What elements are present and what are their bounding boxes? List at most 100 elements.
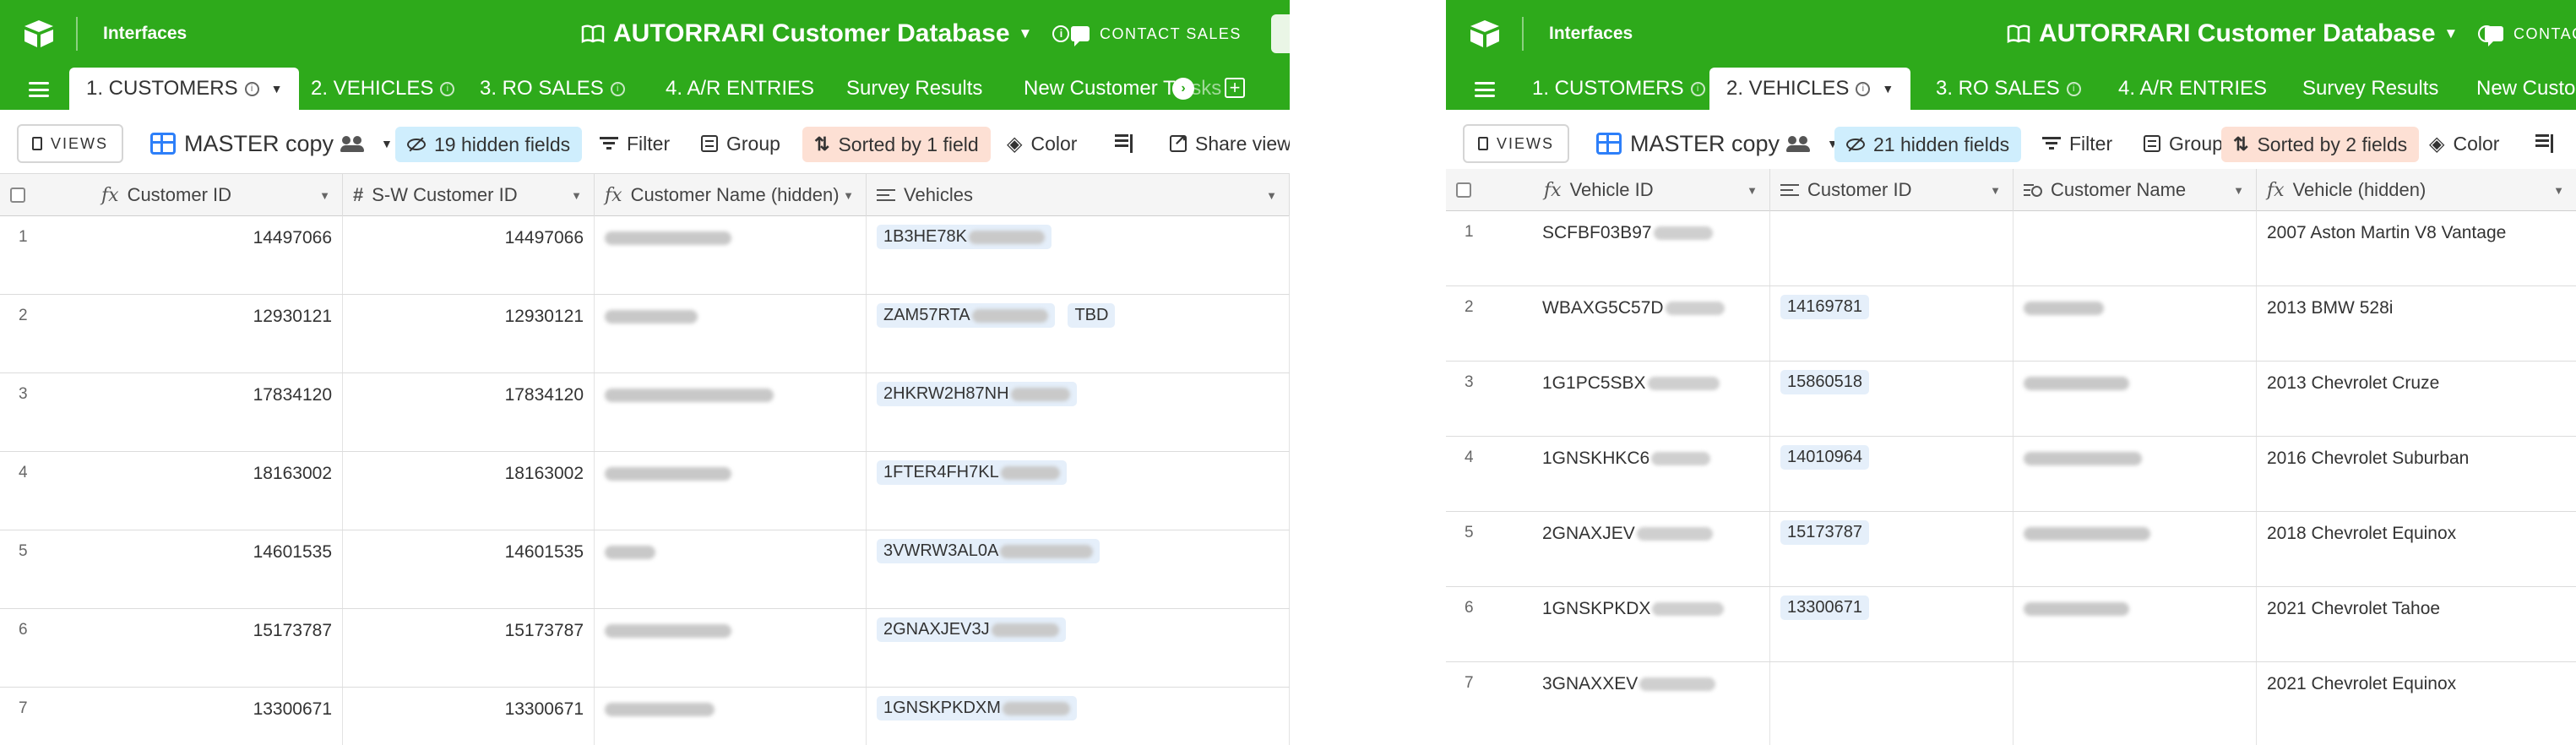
cell-customer-name[interactable] [595,452,867,530]
linked-record-chip[interactable]: 1B3HE78K [877,225,1052,249]
tab-new-customer-tasks[interactable]: New Customer Ta sks [1007,68,1238,110]
linked-record-chip[interactable]: 2HKRW2H87NH [877,382,1077,406]
cell-sw-customer-id[interactable]: 17834120 [343,373,595,451]
cell-customer-id[interactable]: 18163002 [84,452,343,530]
cell-vehicles[interactable]: 2HKRW2H87NH [867,373,1290,451]
cell-customer-id[interactable] [1770,662,2014,745]
table-row[interactable]: 2 WBAXG5C57D 14169781 2013 BMW 528i [1446,286,2576,362]
views-button[interactable]: VIEWS [17,124,124,163]
cell-customer-name[interactable] [2014,362,2257,436]
tab-vehicles[interactable]: 2. VEHICLES i [294,68,471,110]
sort-button[interactable]: ⇅ Sorted by 2 fields [2221,127,2420,162]
column-header-vehicle-id[interactable]: fx Vehicle ID ▼ [1532,169,1770,211]
tab-survey-results[interactable]: Survey Results [2285,68,2455,110]
cell-sw-customer-id[interactable]: 13300671 [343,688,595,745]
group-button[interactable]: Group [701,127,780,160]
cell-customer-name[interactable] [2014,512,2257,586]
chevron-down-icon[interactable]: ▼ [1747,184,1758,197]
cell-customer-name[interactable] [595,295,867,372]
cell-customer-id[interactable] [1770,211,2014,285]
app-logo-icon[interactable] [1466,15,1503,52]
cell-customer-id[interactable]: 13300671 [1770,587,2014,661]
view-switcher[interactable]: MASTER copy ▼ [150,127,393,160]
group-button[interactable]: Group [2144,127,2223,160]
cell-customer-name[interactable] [2014,286,2257,361]
cell-customer-id[interactable]: 14601535 [84,530,343,608]
scroll-right-icon[interactable]: › [1172,78,1194,100]
column-header-sw-customer-id[interactable]: # S-W Customer ID ▼ [343,174,595,216]
cell-customer-name[interactable] [595,373,867,451]
cell-customer-id[interactable]: 14497066 [84,216,343,294]
color-button[interactable]: ◈ Color [2429,127,2499,160]
tab-ro-sales[interactable]: 3. RO SALES i [1919,68,2098,110]
linked-record-chip[interactable]: ZAM57RTA [877,303,1055,328]
select-all-checkbox[interactable] [1456,182,1471,198]
linked-record-chip[interactable]: 15860518 [1780,370,1869,394]
row-height-button[interactable] [1115,127,1133,160]
cell-customer-name[interactable] [595,609,867,687]
chevron-down-icon[interactable]: ▼ [319,189,330,202]
header-action-button[interactable] [1271,14,1290,53]
cell-vehicle-id[interactable]: 1GNSKHKC6 [1532,437,1770,511]
cell-vehicles[interactable]: 1GNSKPKDXM [867,688,1290,745]
cell-sw-customer-id[interactable]: 14497066 [343,216,595,294]
linked-record-chip[interactable]: TBD [1068,303,1116,328]
app-logo-icon[interactable] [20,15,57,52]
contact-sales-button[interactable]: CONTACT SALES [1071,25,1242,46]
cell-vehicle-hidden[interactable]: 2013 BMW 528i [2257,286,2576,361]
tab-customers[interactable]: 1. CUSTOMERS i [1515,68,1722,110]
linked-record-chip[interactable]: 14010964 [1780,445,1869,470]
cell-vehicle-hidden[interactable]: 2013 Chevrolet Cruze [2257,362,2576,436]
color-button[interactable]: ◈ Color [1007,127,1077,160]
menu-icon[interactable] [29,82,49,97]
linked-record-chip[interactable]: 15173787 [1780,520,1869,545]
cell-vehicle-id[interactable]: 3GNAXXEV [1532,662,1770,745]
cell-customer-name[interactable] [595,688,867,745]
linked-record-chip[interactable]: 14169781 [1780,295,1869,319]
cell-vehicle-id[interactable]: 1GNSKPKDX [1532,587,1770,661]
tab-ro-sales[interactable]: 3. RO SALES i [463,68,642,110]
table-row[interactable]: 6 1GNSKPKDX 13300671 2021 Chevrolet Taho… [1446,587,2576,662]
cell-vehicles[interactable]: 2GNAXJEV3J [867,609,1290,687]
row-height-button[interactable] [2535,127,2554,160]
cell-vehicle-hidden[interactable]: 2021 Chevrolet Tahoe [2257,587,2576,661]
column-header-customer-name[interactable]: fx Customer Name (hidden) ▼ [595,174,867,216]
tab-ar-entries[interactable]: 4. A/R ENTRIES [2101,68,2284,110]
info-icon[interactable]: i [1052,25,1070,42]
cell-customer-id[interactable]: 12930121 [84,295,343,372]
filter-button[interactable]: Filter [600,127,670,160]
linked-record-chip[interactable]: 3VWRW3AL0A [877,539,1101,563]
sort-button[interactable]: ⇅ Sorted by 1 field [802,127,991,162]
cell-customer-id[interactable]: 13300671 [84,688,343,745]
cell-sw-customer-id[interactable]: 18163002 [343,452,595,530]
cell-customer-name[interactable] [2014,587,2257,661]
cell-vehicle-id[interactable]: 1G1PC5SBX [1532,362,1770,436]
filter-button[interactable]: Filter [2042,127,2112,160]
chevron-down-icon[interactable]: ▼ [271,82,283,95]
table-row[interactable]: 7 13300671 13300671 1GNSKPKDXM [0,688,1290,745]
cell-vehicles[interactable]: 1FTER4FH7KL [867,452,1290,530]
column-header-customer-id[interactable]: Customer ID ▼ [1770,169,2014,211]
table-row[interactable]: 3 17834120 17834120 2HKRW2H87NH [0,373,1290,452]
cell-customer-id[interactable]: 15860518 [1770,362,2014,436]
share-view-button[interactable]: Share view [1170,127,1290,160]
hidden-fields-button[interactable]: 19 hidden fields [395,127,583,162]
chevron-down-icon[interactable]: ▼ [1266,189,1277,202]
interfaces-link[interactable]: Interfaces [1549,24,1633,44]
cell-customer-name[interactable] [595,216,867,294]
add-table-icon[interactable]: + [1225,78,1245,98]
cell-vehicles[interactable]: 1B3HE78K [867,216,1290,294]
linked-record-chip[interactable]: 2GNAXJEV3J [877,617,1066,642]
cell-customer-name[interactable] [2014,437,2257,511]
linked-record-chip[interactable]: 1GNSKPKDXM [877,696,1077,721]
linked-record-chip[interactable]: 13300671 [1780,595,1869,620]
tab-ar-entries[interactable]: 4. A/R ENTRIES [649,68,831,110]
menu-icon[interactable] [1475,82,1495,97]
cell-vehicle-hidden[interactable]: 2018 Chevrolet Equinox [2257,512,2576,586]
cell-vehicle-hidden[interactable]: 2021 Chevrolet Equinox [2257,662,2576,745]
cell-customer-id[interactable]: 15173787 [84,609,343,687]
table-row[interactable]: 7 3GNAXXEV 2021 Chevrolet Equinox [1446,662,2576,745]
chevron-down-icon[interactable]: ▼ [2553,184,2564,197]
table-row[interactable]: 4 1GNSKHKC6 14010964 2016 Chevrolet Subu… [1446,437,2576,512]
table-row[interactable]: 6 15173787 15173787 2GNAXJEV3J [0,609,1290,688]
